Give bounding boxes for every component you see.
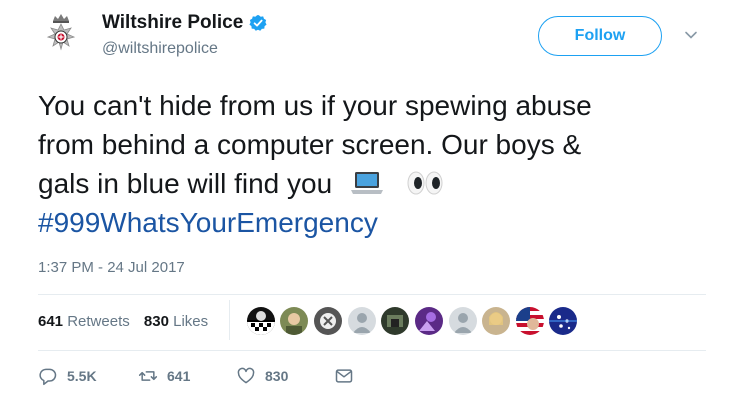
account-avatar[interactable] xyxy=(38,12,84,58)
message-icon xyxy=(335,369,353,383)
divider xyxy=(38,350,706,351)
retweet-icon xyxy=(138,371,158,381)
likes-stat[interactable]: 830 Likes xyxy=(144,313,208,330)
chevron-down-icon[interactable] xyxy=(684,28,698,42)
engagement-stats: 641 Retweets 830 Likes xyxy=(38,313,218,330)
account-name[interactable]: Wiltshire Police xyxy=(102,12,243,34)
tweet-line: You can't hide from us if your spewing a… xyxy=(38,90,592,121)
verified-badge-icon xyxy=(249,15,267,31)
liker-avatar[interactable] xyxy=(280,307,308,335)
liker-avatar[interactable] xyxy=(549,307,577,335)
reply-icon xyxy=(39,368,57,386)
liker-avatar[interactable] xyxy=(449,307,477,335)
retweets-stat[interactable]: 641 Retweets xyxy=(38,313,130,330)
retweet-button[interactable]: 641 xyxy=(138,366,236,386)
tweet-timestamp[interactable]: 1:37 PM - 24 Jul 2017 xyxy=(38,259,185,276)
reply-button[interactable]: 5.5K xyxy=(38,366,138,386)
retweets-label: Retweets xyxy=(67,313,130,330)
tweet-actions: 5.5K 641 830 xyxy=(38,366,354,386)
divider xyxy=(38,294,706,295)
tweet-line: gals in blue will find you xyxy=(38,168,333,199)
liker-avatar[interactable] xyxy=(415,307,443,335)
liker-avatar[interactable] xyxy=(516,307,544,335)
likes-label: Likes xyxy=(173,313,209,330)
retweet-count: 641 xyxy=(167,368,191,384)
follow-button[interactable]: Follow xyxy=(538,16,662,56)
like-icon xyxy=(237,367,255,384)
liker-avatar[interactable] xyxy=(348,307,376,335)
eyes-emoji-icon xyxy=(407,171,443,195)
hashtag-link[interactable]: #999WhatsYourEmergency xyxy=(38,203,718,242)
account-name-row[interactable]: Wiltshire Police xyxy=(102,12,267,34)
retweets-count: 641 xyxy=(38,313,64,330)
police-crest-icon xyxy=(46,14,76,51)
liker-avatar[interactable] xyxy=(482,307,510,335)
tweet-line: from behind a computer screen. Our boys … xyxy=(38,129,582,160)
account-handle[interactable]: @wiltshirepolice xyxy=(102,40,218,58)
likes-count: 830 xyxy=(143,313,169,330)
tweet-line-with-emoji: gals in blue will find you xyxy=(38,164,718,203)
stats-separator xyxy=(229,300,230,340)
liker-avatar[interactable] xyxy=(247,307,275,335)
liker-avatar[interactable] xyxy=(314,307,342,335)
like-count: 830 xyxy=(265,368,289,384)
like-button[interactable]: 830 xyxy=(236,366,334,386)
laptop-emoji-icon xyxy=(350,172,383,194)
direct-message-button[interactable] xyxy=(334,366,354,386)
reply-count: 5.5K xyxy=(67,368,97,384)
tweet-text: You can't hide from us if your spewing a… xyxy=(38,86,718,242)
liker-avatar[interactable] xyxy=(381,307,409,335)
